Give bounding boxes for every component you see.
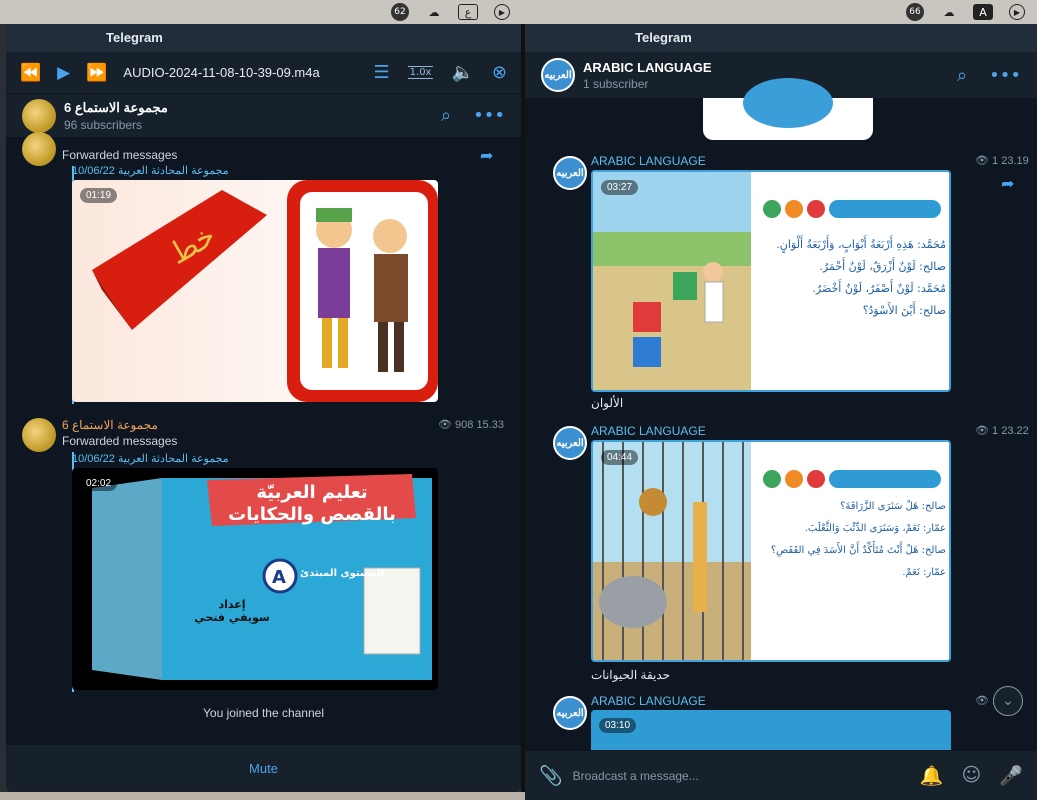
video-thumbnail[interactable]: A 02:02 تعليم العربيّة بالقصص والحكايات … (72, 468, 438, 690)
message-list[interactable]: العربيه ARABIC LANGUAGE 👁 1 23.19 ➦ 03:2… (525, 78, 1037, 760)
share-icon[interactable]: ➦ (480, 146, 493, 165)
video-duration: 04:44 (601, 450, 639, 465)
fast-forward-icon[interactable]: ⏩ (86, 63, 107, 83)
message-sender[interactable]: مجموعة الاستماع 6 (62, 418, 158, 432)
author-label: إعداد سويفي فتحي (194, 598, 270, 624)
post-caption: الألوان (591, 396, 624, 410)
badge-count: 66 (906, 3, 924, 21)
cartoon-illustration: خط (92, 180, 438, 402)
avatar[interactable]: العربيه (553, 156, 587, 190)
desktop-strip (0, 792, 525, 800)
forwarded-label: Forwarded messages (62, 434, 178, 448)
audio-player-bar: ⏪ ▶ ⏩ AUDIO-2024-11-08-10-39-09.m4a ☰ 1.… (6, 52, 521, 94)
level-label: المستوى المبتدئ (300, 568, 385, 579)
previous-media[interactable] (703, 78, 873, 140)
chat-header[interactable]: مجموعة الاستماع 6 96 subscribers ⌕ ••• (6, 94, 521, 138)
badge-count: 62 (391, 3, 409, 21)
attach-icon[interactable]: 📎 (539, 764, 563, 787)
avatar[interactable]: العربيه (553, 426, 587, 460)
emoji-icon[interactable]: ☺ (962, 764, 982, 787)
status-badge[interactable]: 66 (905, 2, 925, 22)
playback-speed-button[interactable]: 1.0x (407, 66, 434, 79)
play-circle-icon[interactable]: ▶ (492, 2, 512, 22)
video-duration: 02:02 (80, 476, 118, 491)
telegram-window-left: Telegram ⏪ ▶ ⏩ AUDIO-2024-11-08-10-39-09… (6, 24, 521, 792)
forward-source: مجموعة المحادثة العربية 10/06/22 (72, 165, 229, 177)
cloud-icon[interactable]: ☁ (939, 2, 959, 22)
play-circle-icon[interactable]: ▶ (1007, 2, 1027, 22)
avatar[interactable]: العربيه (553, 696, 587, 730)
audio-title: AUDIO-2024-11-08-10-39-09.m4a (123, 65, 320, 80)
search-icon[interactable]: ⌕ (441, 105, 451, 126)
window-title: Telegram (525, 24, 1037, 52)
eye-icon: 👁 (975, 695, 993, 707)
video-thumbnail[interactable]: 04:44 صالح: هَلْ سَنَرَى الزَّرَافَةَ؟ ع… (591, 440, 951, 662)
chat-name: مجموعة الاستماع 6 (64, 99, 168, 115)
avatar[interactable] (22, 418, 56, 452)
avatar[interactable] (22, 132, 56, 166)
view-count: 👁 1 23.19 (975, 155, 1029, 167)
message-input[interactable] (572, 768, 920, 783)
video-thumbnail[interactable]: خط 01:19 (72, 180, 438, 402)
input-source-label: A (973, 4, 993, 20)
svg-text:A: A (272, 567, 286, 588)
eye-icon: 👁 (975, 155, 993, 167)
message-sender[interactable]: ARABIC LANGUAGE (591, 424, 706, 438)
cloud-icon[interactable]: ☁ (424, 2, 444, 22)
system-message: You joined the channel (203, 706, 324, 720)
video-thumbnail[interactable]: 03:27 مُحَمَّد: هَذِهِ أَرْبَعَةُ أَبْوَ… (591, 170, 951, 392)
dialogue-text: مُحَمَّد: هَذِهِ أَرْبَعَةُ أَبْوَابٍ، و… (776, 238, 946, 317)
book-title: تعليم العربيّة بالقصص والحكايات (228, 482, 396, 525)
eye-icon: 👁 (438, 419, 456, 431)
compose-bar: 📎 🔔 ☺ 🎤 (525, 750, 1037, 800)
message-list[interactable]: Forwarded messages ➦ مجموعة المحادثة الع… (6, 132, 521, 749)
close-player-icon[interactable]: ⊗ (492, 62, 507, 83)
menu-bar-icons-left: 62 ☁ ع ▶ (390, 2, 512, 22)
microphone-icon[interactable]: 🎤 (999, 764, 1023, 787)
video-duration: 01:19 (80, 188, 118, 203)
rewind-icon[interactable]: ⏪ (20, 63, 41, 83)
forward-source: مجموعة المحادثة العربية 10/06/22 (72, 453, 229, 465)
play-icon[interactable]: ▶ (57, 63, 70, 83)
input-source-icon[interactable]: A (973, 2, 993, 22)
more-icon[interactable]: ••• (989, 65, 1021, 86)
menu-bar: 62 ☁ ع ▶ 66 ☁ A ▶ (0, 0, 1037, 24)
forwarded-label: Forwarded messages (62, 148, 178, 162)
search-icon[interactable]: ⌕ (957, 65, 967, 86)
playlist-icon[interactable]: ☰ (374, 62, 390, 83)
avatar[interactable] (22, 98, 56, 133)
message-sender[interactable]: ARABIC LANGUAGE (591, 694, 706, 708)
video-duration: 03:10 (599, 718, 637, 733)
chat-name: ARABIC LANGUAGE (583, 59, 712, 75)
share-icon[interactable]: ➦ (1001, 174, 1014, 193)
volume-icon[interactable]: 🔈 (451, 62, 473, 83)
dialogue-text: صالح: هَلْ سَنَرَى الزَّرَافَةَ؟ عمّار: … (770, 501, 946, 578)
video-duration: 03:27 (601, 180, 639, 195)
subscriber-count: 96 subscribers (64, 117, 143, 132)
bell-icon[interactable]: 🔔 (920, 764, 944, 787)
scroll-down-button[interactable]: ⌄ (993, 686, 1023, 716)
avatar[interactable]: العربيه (541, 58, 575, 92)
mute-button[interactable]: Mute (6, 744, 521, 792)
view-count: 👁 1 23.22 (975, 425, 1029, 437)
input-source-label: ع (458, 4, 478, 20)
status-badge[interactable]: 62 (390, 2, 410, 22)
eye-icon: 👁 (975, 425, 993, 437)
post-caption: حديقة الحيوانات (591, 668, 671, 682)
window-title: Telegram (6, 24, 521, 52)
telegram-window-right: Telegram العربيه ARABIC LANGUAGE 1 subsc… (525, 24, 1037, 800)
more-icon[interactable]: ••• (473, 105, 505, 126)
menu-bar-icons-right: 66 ☁ A ▶ (905, 2, 1027, 22)
view-count: 👁 908 15.33 (438, 419, 504, 431)
message-sender[interactable]: ARABIC LANGUAGE (591, 154, 706, 168)
input-source-icon[interactable]: ع (458, 2, 478, 22)
